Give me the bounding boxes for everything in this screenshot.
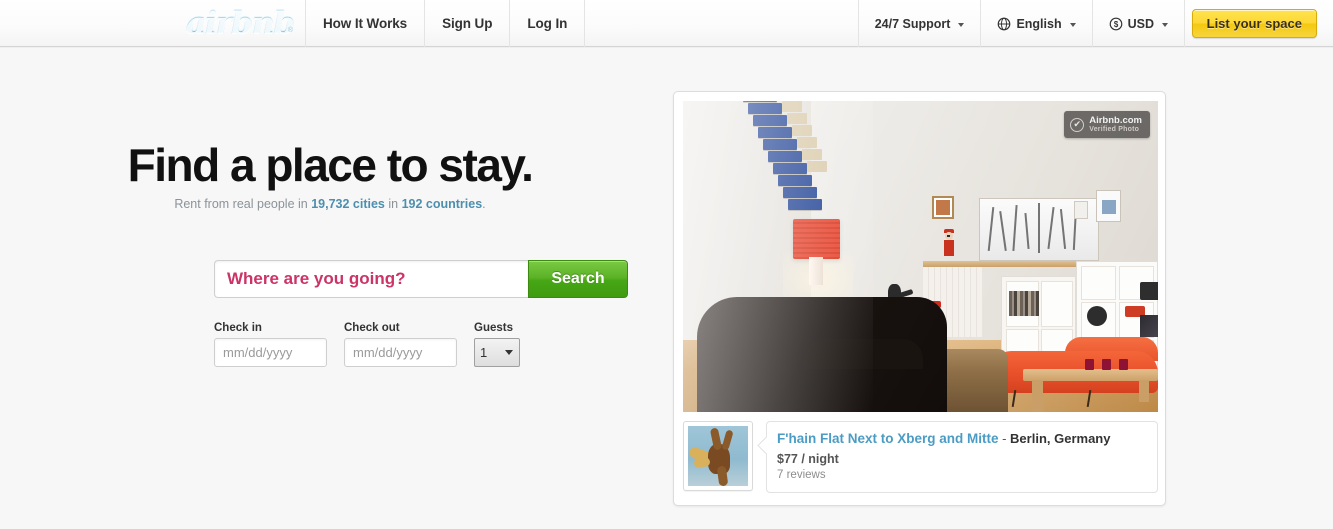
checkout-field-group: Check out	[344, 322, 457, 367]
listing-title-link[interactable]: F'hain Flat Next to Xberg and Mitte	[777, 431, 998, 446]
secondary-nav-links: 24/7 Support English $ USD	[857, 0, 1185, 47]
globe-icon	[997, 17, 1011, 31]
red-candle	[1119, 359, 1128, 370]
checkin-label: Check in	[214, 322, 262, 334]
top-navigation-bar: airbnb ® How It Works Sign Up Log In 24/…	[0, 0, 1333, 48]
checkin-input[interactable]	[214, 338, 327, 367]
nav-support-dropdown[interactable]: 24/7 Support	[857, 0, 981, 47]
checkout-input[interactable]	[344, 338, 457, 367]
guests-field-group: Guests 1	[474, 322, 520, 367]
verified-badge-subtitle: Verified Photo	[1089, 125, 1140, 133]
coffee-table-leg	[1139, 380, 1149, 402]
nav-currency-label: USD	[1127, 16, 1154, 31]
subtitle-middle: in	[384, 197, 402, 211]
nav-link-log-in[interactable]: Log In	[509, 0, 586, 47]
nav-inner: airbnb ® How It Works Sign Up Log In 24/…	[0, 0, 1333, 47]
currency-dollar-icon: $	[1109, 17, 1123, 31]
listing-photo-scene	[683, 101, 1158, 412]
search-button[interactable]: Search	[528, 260, 628, 298]
listing-price: $77 / night	[777, 452, 839, 466]
logo-wordmark: airbnb	[185, 5, 296, 42]
red-candle	[1085, 359, 1094, 370]
verified-photo-badge: ✔ Airbnb.com Verified Photo	[1064, 111, 1150, 138]
framed-photo-right	[1096, 190, 1121, 222]
subtitle-suffix: .	[482, 197, 486, 211]
logo-trademark-icon: ®	[287, 27, 293, 34]
page-title: Find a place to stay.	[127, 139, 534, 191]
listing-thumbnail[interactable]	[683, 421, 753, 491]
nav-language-dropdown[interactable]: English	[980, 0, 1091, 47]
nav-support-label: 24/7 Support	[874, 16, 951, 31]
framed-dark-print	[1140, 315, 1158, 337]
subtitle-prefix: Rent from real people in	[174, 197, 312, 211]
photo-light-gradient	[683, 101, 873, 412]
airbnb-logo[interactable]: airbnb ®	[185, 5, 296, 42]
books-on-shelf	[1009, 291, 1039, 316]
coffee-table-leg	[1032, 380, 1043, 412]
nav-link-sign-up[interactable]: Sign Up	[424, 0, 509, 47]
check-circle-icon: ✔	[1070, 117, 1085, 132]
nav-link-how-it-works[interactable]: How It Works	[305, 0, 424, 47]
guests-label: Guests	[474, 322, 513, 334]
booking-fields: Check in Check out Guests 1	[214, 322, 520, 367]
listing-summary: F'hain Flat Next to Xberg and Mitte - Be…	[683, 421, 1158, 498]
listing-reviews-count: 7 reviews	[777, 469, 826, 481]
hero-subtitle: Rent from real people in 19,732 cities i…	[0, 197, 660, 211]
listing-location: Berlin, Germany	[1010, 431, 1111, 446]
figurine-body	[944, 240, 954, 256]
dark-box-object	[1140, 282, 1158, 300]
listing-info-panel: F'hain Flat Next to Xberg and Mitte - Be…	[766, 421, 1158, 493]
chevron-down-icon	[1069, 22, 1076, 27]
listing-photo[interactable]: ✔ Airbnb.com Verified Photo	[683, 101, 1158, 412]
guests-select[interactable]: 1	[474, 338, 520, 367]
listing-separator: -	[998, 431, 1011, 446]
checkin-field-group: Check in	[214, 322, 327, 367]
verified-badge-text: Airbnb.com Verified Photo	[1089, 114, 1142, 133]
wooden-coffee-table-top	[1023, 369, 1158, 381]
thumbnail-image	[688, 426, 748, 486]
checkout-label: Check out	[344, 322, 400, 334]
nav-language-label: English	[1016, 16, 1062, 31]
verified-badge-title: Airbnb.com	[1089, 114, 1142, 126]
red-candle	[1102, 359, 1111, 370]
svg-text:$: $	[1113, 20, 1118, 29]
featured-listing-card: ✔ Airbnb.com Verified Photo F'hain Flat …	[673, 91, 1166, 506]
guests-select-wrap: 1	[474, 338, 520, 367]
nav-currency-dropdown[interactable]: $ USD	[1091, 0, 1185, 47]
stat-cities: 19,732 cities	[311, 197, 385, 211]
figurine-face	[947, 235, 950, 237]
stat-countries: 192 countries	[401, 197, 483, 211]
primary-nav-links: How It Works Sign Up Log In	[305, 0, 586, 47]
listing-title-row: F'hain Flat Next to Xberg and Mitte - Be…	[777, 430, 1147, 448]
search-input[interactable]	[214, 260, 528, 298]
small-framed-art	[932, 196, 954, 219]
search-bar: Search	[214, 260, 628, 298]
framed-photo-right-small	[1074, 201, 1088, 219]
list-your-space-button[interactable]: List your space	[1191, 9, 1317, 38]
chevron-down-icon	[1162, 22, 1168, 27]
chevron-down-icon	[958, 22, 965, 27]
